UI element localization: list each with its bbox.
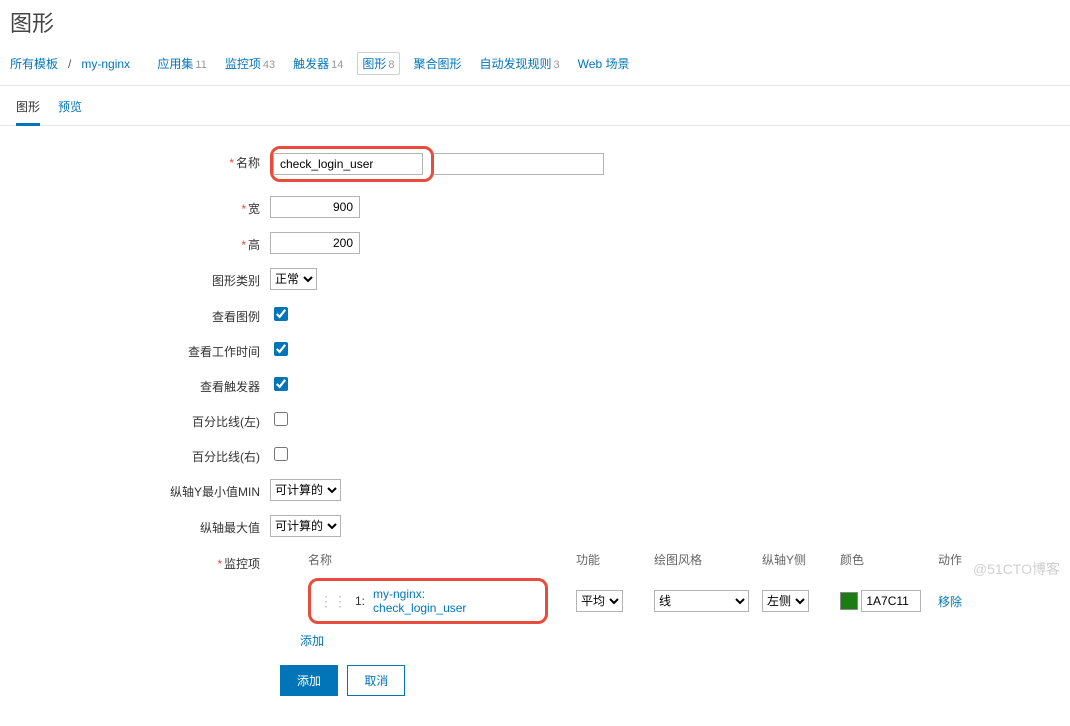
tab-applications[interactable]: 应用集11 xyxy=(153,53,210,74)
tab-graphs[interactable]: 图形8 xyxy=(357,52,399,75)
col-header-color: 颜色 xyxy=(840,551,930,568)
item-index: 1: xyxy=(355,594,365,608)
ymin-select[interactable]: 可计算的 xyxy=(270,479,341,501)
item-yaxis-select[interactable]: 左侧 xyxy=(762,590,809,612)
height-label: 高 xyxy=(248,238,260,252)
subtab-graph[interactable]: 图形 xyxy=(16,94,40,126)
cancel-button[interactable]: 取消 xyxy=(347,665,405,696)
legend-checkbox[interactable] xyxy=(274,307,288,321)
name-input-extra[interactable] xyxy=(434,153,604,175)
graph-form: *名称 *宽 *高 图形类别 正常 查看图例 查看工作时间 查看触发器 百分比线… xyxy=(0,126,1070,726)
worktime-checkbox[interactable] xyxy=(274,342,288,356)
add-item-link[interactable]: 添加 xyxy=(300,632,324,649)
item-style-select[interactable]: 线 xyxy=(654,590,749,612)
name-input[interactable] xyxy=(273,153,423,175)
percent-left-checkbox[interactable] xyxy=(274,412,288,426)
remove-link[interactable]: 移除 xyxy=(938,595,962,609)
width-input[interactable] xyxy=(270,196,360,218)
tab-items[interactable]: 监控项43 xyxy=(221,53,279,74)
graph-type-select[interactable]: 正常 xyxy=(270,268,317,290)
legend-label: 查看图例 xyxy=(10,304,270,325)
tab-triggers[interactable]: 触发器14 xyxy=(289,53,347,74)
breadcrumb-template-name[interactable]: my-nginx xyxy=(81,57,130,71)
items-label: 监控项 xyxy=(224,557,260,571)
drag-handle-icon[interactable]: ⋮⋮ xyxy=(319,593,347,610)
width-label: 宽 xyxy=(248,202,260,216)
color-input[interactable] xyxy=(861,590,921,612)
height-input[interactable] xyxy=(270,232,360,254)
item-name-link[interactable]: my-nginx: check_login_user xyxy=(373,587,521,615)
percent-left-label: 百分比线(左) xyxy=(10,409,270,430)
color-swatch[interactable] xyxy=(840,592,858,610)
items-header-row: 名称 功能 绘图风格 纵轴Y侧 颜色 动作 xyxy=(270,551,1060,568)
submit-button[interactable]: 添加 xyxy=(280,665,338,696)
ymax-label: 纵轴最大值 xyxy=(10,515,270,536)
percent-right-label: 百分比线(右) xyxy=(10,444,270,465)
percent-right-checkbox[interactable] xyxy=(274,447,288,461)
col-header-action: 动作 xyxy=(938,551,988,568)
ymin-label: 纵轴Y最小值MIN xyxy=(10,479,270,500)
graph-type-label: 图形类别 xyxy=(10,268,270,289)
triggers-label: 查看触发器 xyxy=(10,374,270,395)
ymax-select[interactable]: 可计算的 xyxy=(270,515,341,537)
subtabs: 图形 预览 xyxy=(0,86,1070,126)
worktime-label: 查看工作时间 xyxy=(10,339,270,360)
col-header-style: 绘图风格 xyxy=(654,551,754,568)
tab-discovery[interactable]: 自动发现规则3 xyxy=(476,53,564,74)
item-func-select[interactable]: 平均 xyxy=(576,590,623,612)
col-header-name: 名称 xyxy=(308,551,568,568)
name-label: 名称 xyxy=(236,156,260,170)
triggers-checkbox[interactable] xyxy=(274,377,288,391)
breadcrumb-separator: / xyxy=(68,57,71,71)
col-header-func: 功能 xyxy=(576,551,646,568)
breadcrumb: 所有模板 / my-nginx 应用集11 监控项43 触发器14 图形8 聚合… xyxy=(0,48,1070,85)
name-highlight xyxy=(270,146,434,182)
breadcrumb-all-templates[interactable]: 所有模板 xyxy=(10,55,58,72)
subtab-preview[interactable]: 预览 xyxy=(58,94,82,125)
page-title: 图形 xyxy=(0,0,1070,48)
tab-web[interactable]: Web 场景 xyxy=(574,53,634,74)
col-header-yaxis: 纵轴Y侧 xyxy=(762,551,832,568)
tab-screens[interactable]: 聚合图形 xyxy=(410,53,466,74)
